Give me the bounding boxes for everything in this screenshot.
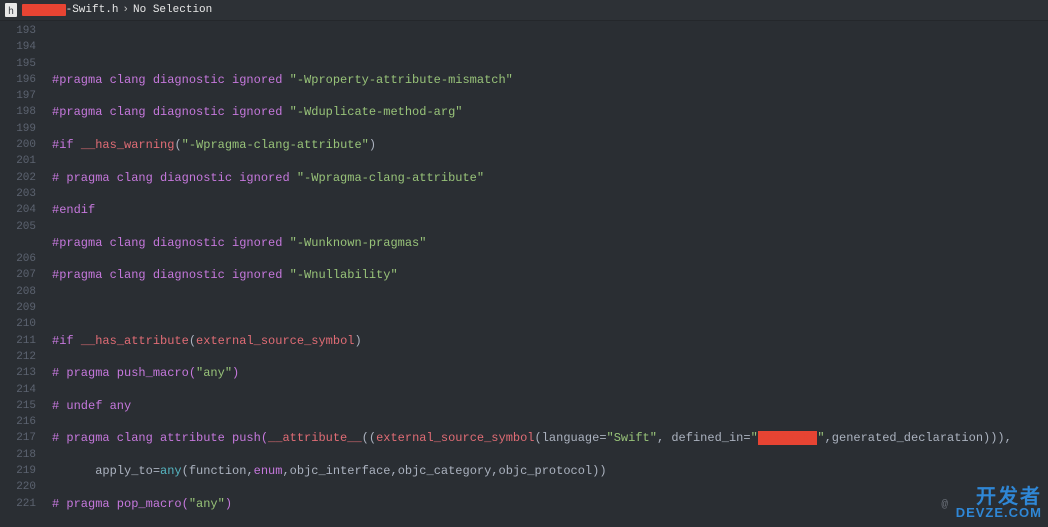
code-line[interactable] xyxy=(52,39,1048,55)
code-line[interactable]: #pragma clang diagnostic ignored "-Wunkn… xyxy=(52,235,1048,251)
line-number: 197 xyxy=(0,88,36,104)
line-number: 206 xyxy=(0,251,36,267)
code-line[interactable]: #pragma clang diagnostic ignored "-Wdupl… xyxy=(52,104,1048,120)
code-editor[interactable]: 193194195196197198199200201202203204205 2… xyxy=(0,21,1048,527)
line-number: 216 xyxy=(0,414,36,430)
line-number: 208 xyxy=(0,284,36,300)
code-line[interactable]: # pragma push_macro("any") xyxy=(52,365,1048,381)
code-line[interactable] xyxy=(52,300,1048,316)
line-number: 205 xyxy=(0,219,36,235)
code-line[interactable]: # pragma pop_macro("any") xyxy=(52,496,1048,512)
watermark-user: @ xyxy=(941,497,948,513)
line-number: 207 xyxy=(0,267,36,283)
line-number: 217 xyxy=(0,430,36,446)
header-file-icon: h xyxy=(4,3,18,17)
watermark-cn: 开发者 xyxy=(976,489,1042,505)
code-line[interactable]: #if __has_warning("-Wpragma-clang-attrib… xyxy=(52,137,1048,153)
line-number: 212 xyxy=(0,349,36,365)
line-number: 204 xyxy=(0,202,36,218)
code-line[interactable]: #pragma clang diagnostic ignored "-Wprop… xyxy=(52,72,1048,88)
code-line[interactable]: # pragma clang attribute push(__attribut… xyxy=(52,430,1048,446)
line-number: 195 xyxy=(0,56,36,72)
line-number: 196 xyxy=(0,72,36,88)
code-line[interactable]: #if __has_attribute(external_source_symb… xyxy=(52,333,1048,349)
line-number: 203 xyxy=(0,186,36,202)
line-number: 194 xyxy=(0,39,36,55)
line-number: 214 xyxy=(0,382,36,398)
breadcrumb[interactable]: h XXXXXX-Swift.h › No Selection xyxy=(0,0,1048,21)
code-line[interactable]: # undef any xyxy=(52,398,1048,414)
line-number: 211 xyxy=(0,333,36,349)
breadcrumb-file[interactable]: XXXXXX-Swift.h xyxy=(22,2,118,18)
line-number: 199 xyxy=(0,121,36,137)
line-number xyxy=(0,235,36,251)
line-number: 220 xyxy=(0,479,36,495)
line-number: 201 xyxy=(0,153,36,169)
line-number: 218 xyxy=(0,447,36,463)
line-number: 202 xyxy=(0,170,36,186)
code-line[interactable]: # pragma clang diagnostic ignored "-Wpra… xyxy=(52,170,1048,186)
line-number: 213 xyxy=(0,365,36,381)
line-number-gutter: 193194195196197198199200201202203204205 2… xyxy=(0,21,44,527)
line-number: 193 xyxy=(0,23,36,39)
code-line[interactable]: #endif xyxy=(52,202,1048,218)
svg-text:h: h xyxy=(8,6,14,17)
code-line[interactable]: apply_to=any(function,enum,objc_interfac… xyxy=(52,463,1048,479)
line-number: 200 xyxy=(0,137,36,153)
line-number: 215 xyxy=(0,398,36,414)
code-area[interactable]: #pragma clang diagnostic ignored "-Wprop… xyxy=(44,21,1048,527)
line-number: 198 xyxy=(0,104,36,120)
line-number: 210 xyxy=(0,316,36,332)
code-line[interactable]: #pragma clang diagnostic ignored "-Wnull… xyxy=(52,267,1048,283)
line-number: 219 xyxy=(0,463,36,479)
line-number: 209 xyxy=(0,300,36,316)
chevron-right-icon: › xyxy=(122,2,129,18)
line-number: 221 xyxy=(0,496,36,512)
watermark-en: DEVZE.COM xyxy=(956,505,1042,521)
breadcrumb-selection[interactable]: No Selection xyxy=(133,2,212,18)
